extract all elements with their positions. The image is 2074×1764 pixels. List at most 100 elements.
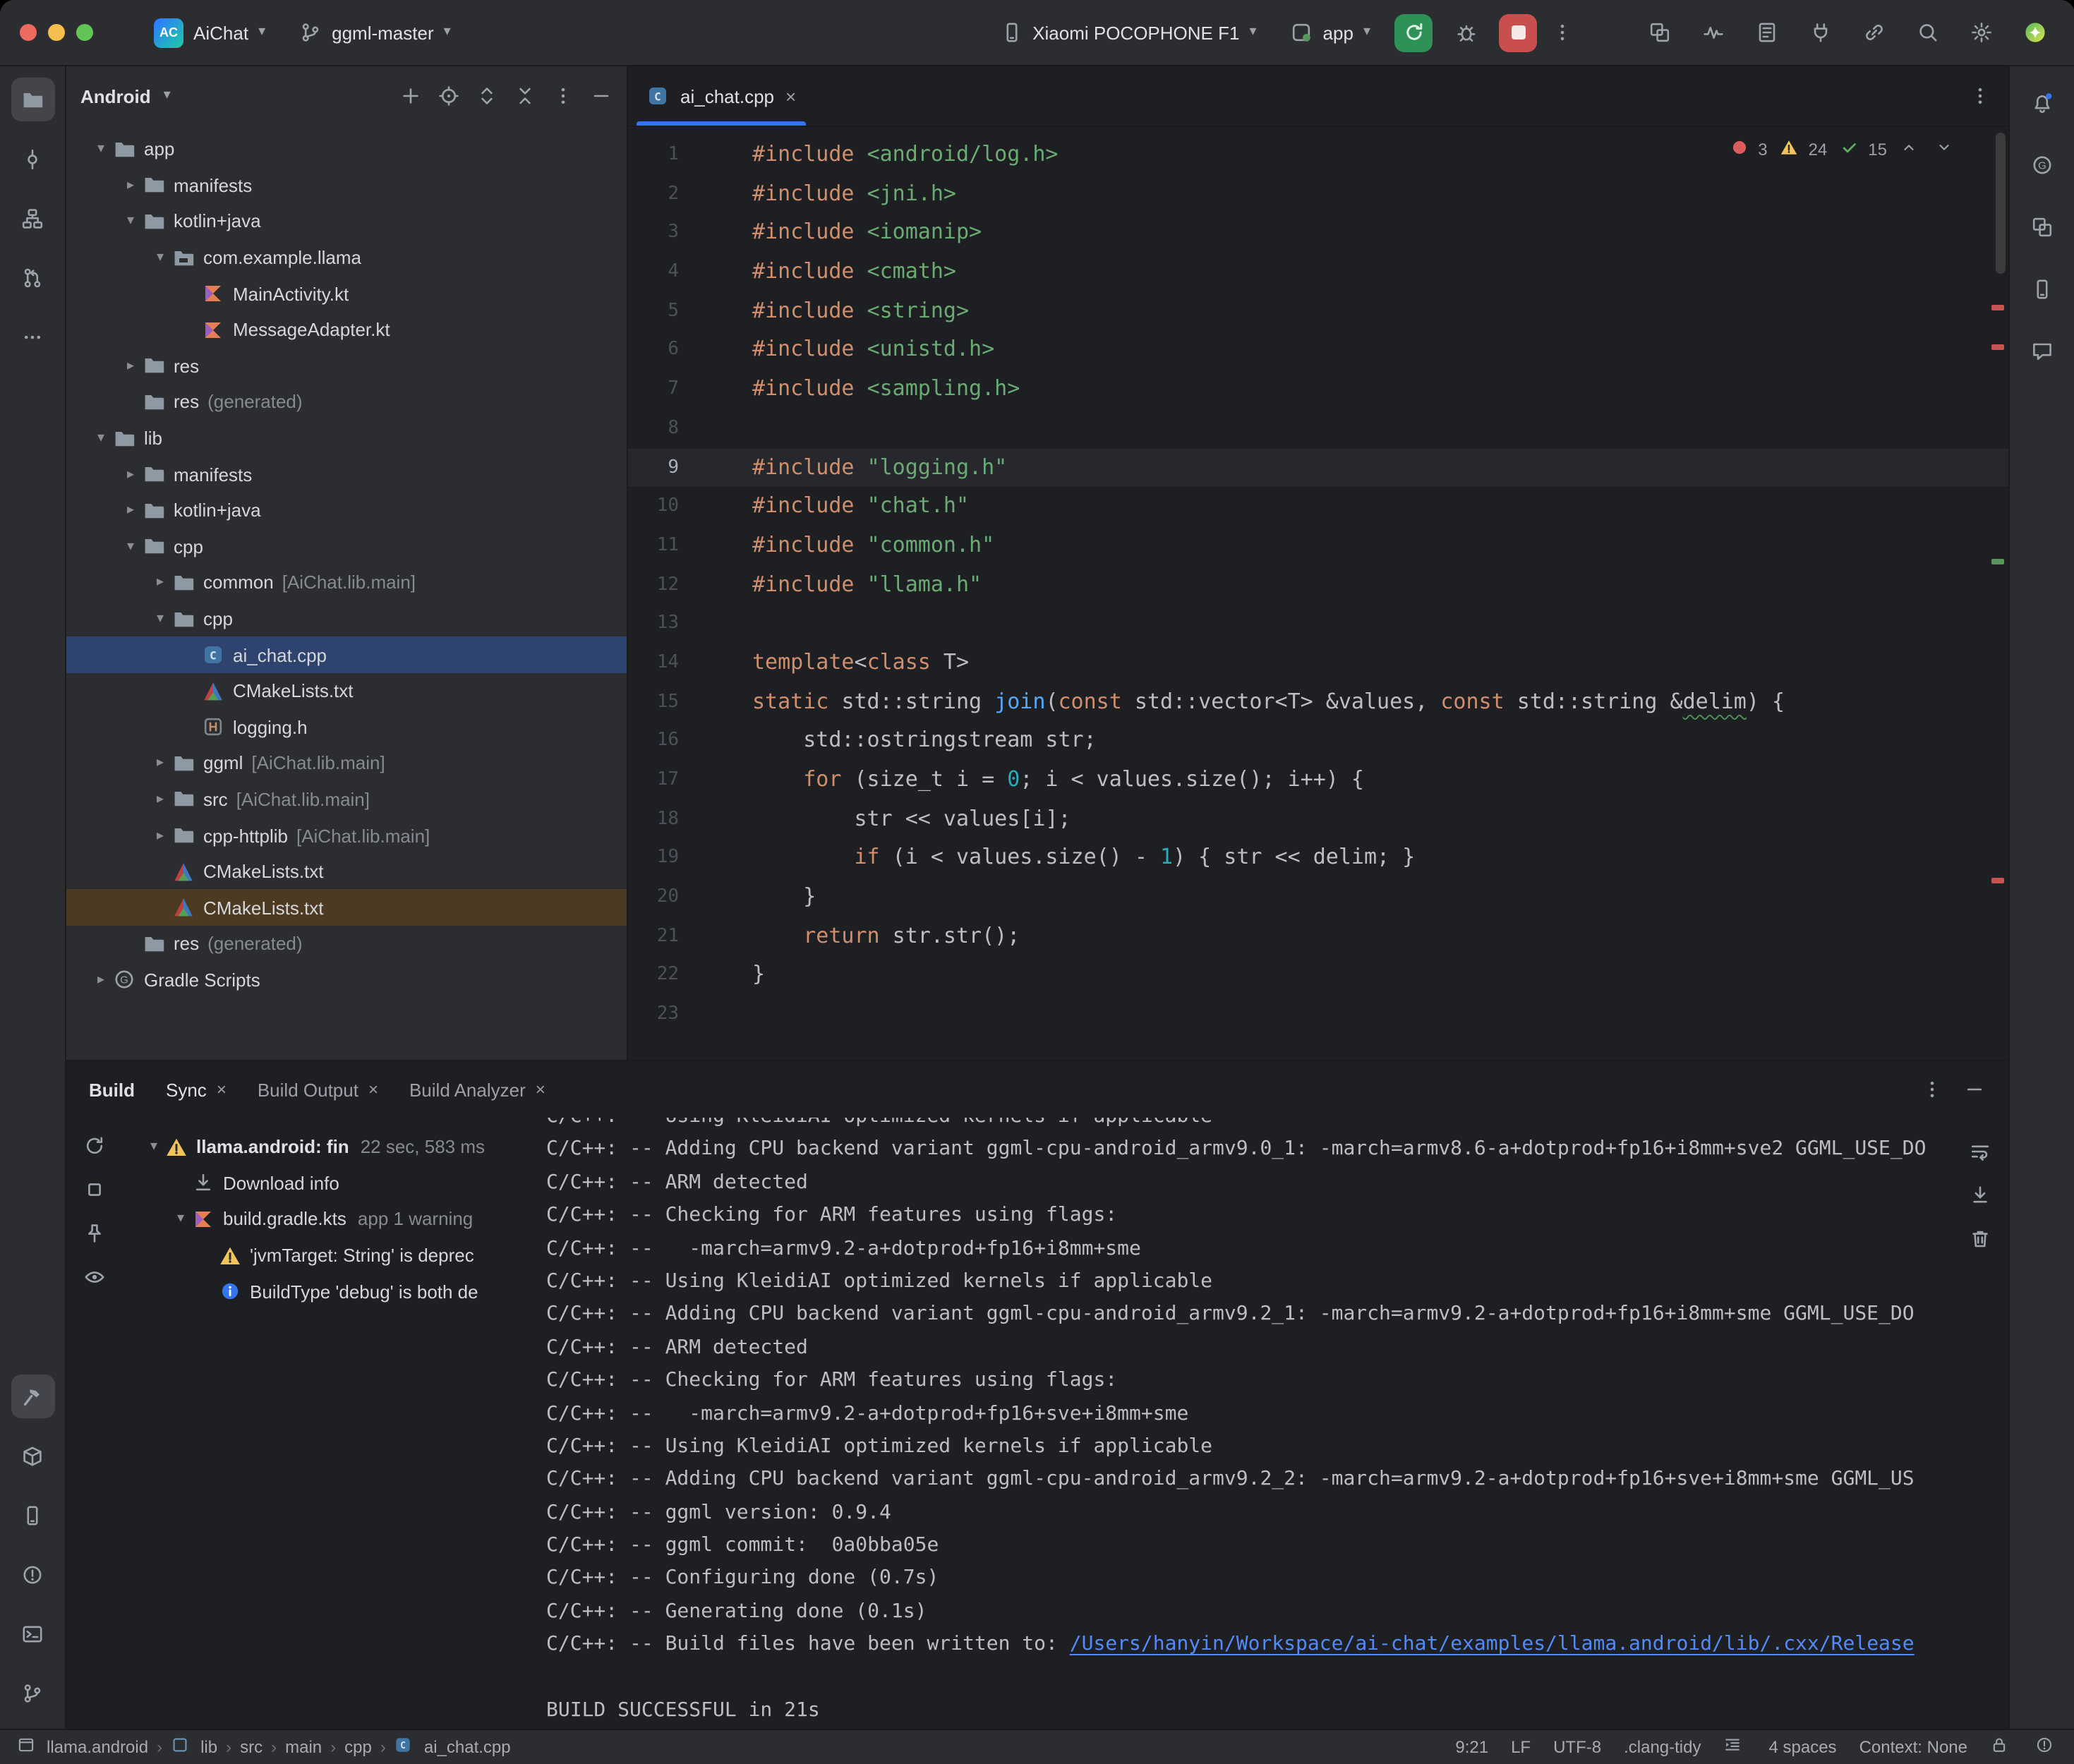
project-tool-button[interactable] <box>11 78 54 121</box>
tree-toggle-icon[interactable]: ▸ <box>148 828 172 843</box>
ai-assistant-avatar-button[interactable] <box>2014 12 2055 53</box>
error-stripe[interactable] <box>1991 127 2004 1060</box>
tree-item-gradle-scripts[interactable]: ▸GGradle Scripts <box>66 962 627 998</box>
device-selector[interactable]: Xiaomi POCOPHONE F1 ▾ <box>990 16 1266 49</box>
more-run-actions-icon[interactable] <box>1551 21 1574 44</box>
tree-item-messageadapter-kt[interactable]: MessageAdapter.kt <box>66 312 627 348</box>
tree-item-src[interactable]: ▸src[AiChat.lib.main] <box>66 781 627 817</box>
tree-item-kotlin-java[interactable]: ▸kotlin+java <box>66 493 627 528</box>
minimize-window-button[interactable] <box>48 24 65 41</box>
code-line-4[interactable]: 4#include <cmath> <box>628 253 2008 291</box>
close-tab-icon[interactable]: × <box>368 1080 378 1099</box>
app-insights-tool-button[interactable] <box>2020 329 2064 373</box>
tree-toggle-icon[interactable]: ▾ <box>143 1140 165 1155</box>
tree-item-cmakelists-txt[interactable]: CMakeLists.txt <box>66 890 627 926</box>
code-line-20[interactable]: 20 } <box>628 878 2008 917</box>
tree-toggle-icon[interactable]: ▸ <box>119 178 143 193</box>
code-line-15[interactable]: 15static std::string join(const std::vec… <box>628 682 2008 721</box>
tree-toggle-icon[interactable]: ▸ <box>119 502 143 518</box>
problems-tool-button[interactable] <box>11 1552 54 1596</box>
error-count[interactable]: 3 <box>1730 138 1767 161</box>
indent-size[interactable]: 4 spaces <box>1769 1737 1837 1757</box>
tree-item-ai-chat-cpp[interactable]: Cai_chat.cpp <box>66 637 627 673</box>
code-line-23[interactable]: 23 <box>628 995 2008 1034</box>
code-line-12[interactable]: 12#include "llama.h" <box>628 565 2008 604</box>
pull-requests-tool-button[interactable] <box>11 255 54 299</box>
tree-item-manifests[interactable]: ▸manifests <box>66 167 627 203</box>
preview-icon[interactable] <box>83 1266 106 1288</box>
code-line-2[interactable]: 2#include <jni.h> <box>628 174 2008 213</box>
code-line-18[interactable]: 18 str << values[i]; <box>628 799 2008 838</box>
close-tab-icon[interactable]: × <box>536 1080 545 1099</box>
build-tree-item-build-gradle-kts[interactable]: ▾build.gradle.ktsapp 1 warning <box>123 1201 535 1237</box>
tree-toggle-icon[interactable]: ▾ <box>169 1212 192 1227</box>
close-tab-icon[interactable]: × <box>217 1080 227 1099</box>
tree-item-cpp[interactable]: ▾cpp <box>66 528 627 564</box>
soft-wrap-icon[interactable] <box>1969 1140 1991 1163</box>
build-output-path-link[interactable]: /Users/hanyin/Workspace/ai-chat/examples… <box>1070 1633 1915 1656</box>
tree-item-lib[interactable]: ▾lib <box>66 421 627 457</box>
tree-item-res[interactable]: res(generated) <box>66 926 627 962</box>
collapse-all-icon[interactable] <box>514 85 536 107</box>
tree-toggle-icon[interactable]: ▾ <box>89 142 113 157</box>
breadcrumb-llama-android[interactable]: llama.android <box>17 1736 148 1758</box>
device-manager-tool-button[interactable] <box>2020 205 2064 248</box>
tree-item-cmakelists-txt[interactable]: CMakeLists.txt <box>66 854 627 890</box>
notifications-tool-button[interactable] <box>2020 80 2064 124</box>
hide-build-panel-icon[interactable] <box>1963 1078 1986 1101</box>
code-line-21[interactable]: 21 return str.str(); <box>628 917 2008 956</box>
tree-item-res[interactable]: ▸res <box>66 348 627 384</box>
tree-item-manifests[interactable]: ▸manifests <box>66 457 627 493</box>
debug-button[interactable] <box>1447 13 1485 52</box>
line-ending[interactable]: LF <box>1511 1737 1531 1757</box>
clang-tidy-status[interactable]: .clang-tidy <box>1624 1737 1701 1757</box>
previous-problem-icon[interactable] <box>1900 138 1922 161</box>
gradle-tool-button[interactable]: G <box>2020 143 2064 186</box>
hide-panel-icon[interactable] <box>590 85 613 107</box>
tree-item-cpp-httplib[interactable]: ▸cpp-httplib[AiChat.lib.main] <box>66 818 627 854</box>
file-encoding[interactable]: UTF-8 <box>1553 1737 1601 1757</box>
tree-toggle-icon[interactable]: ▾ <box>89 430 113 446</box>
caret-position[interactable]: 9:21 <box>1455 1737 1488 1757</box>
tree-item-res[interactable]: res(generated) <box>66 384 627 420</box>
locate-file-icon[interactable] <box>438 85 460 107</box>
build-panel-title[interactable]: Build <box>89 1079 135 1100</box>
code-line-5[interactable]: 5#include <string> <box>628 292 2008 331</box>
code-line-17[interactable]: 17 for (size_t i = 0; i < values.size();… <box>628 761 2008 799</box>
tree-item-ggml[interactable]: ▸ggml[AiChat.lib.main] <box>66 745 627 781</box>
tree-item-com-example-llama[interactable]: ▾com.example.llama <box>66 240 627 276</box>
tree-item-cpp[interactable]: ▾cpp <box>66 600 627 636</box>
project-selector[interactable]: AC AiChat ▾ <box>144 12 275 53</box>
tree-toggle-icon[interactable]: ▾ <box>119 539 143 555</box>
tree-item-common[interactable]: ▸common[AiChat.lib.main] <box>66 564 627 600</box>
scroll-to-end-icon[interactable] <box>1969 1184 1991 1207</box>
build-tool-button[interactable] <box>11 1375 54 1418</box>
code-line-22[interactable]: 22} <box>628 956 2008 995</box>
build-tree-item-buildtype-debug-is-both-de[interactable]: BuildType 'debug' is both de <box>123 1274 535 1310</box>
tree-toggle-icon[interactable]: ▸ <box>89 972 113 988</box>
next-problem-icon[interactable] <box>1935 138 1958 161</box>
device-explorer-tool-button[interactable] <box>11 1493 54 1537</box>
run-button[interactable] <box>1394 13 1433 52</box>
code-line-10[interactable]: 10#include "chat.h" <box>628 487 2008 526</box>
project-view-selector[interactable]: Android <box>80 85 151 107</box>
stop-button[interactable] <box>1499 13 1537 52</box>
commit-tool-button[interactable] <box>11 137 54 181</box>
clear-all-icon[interactable] <box>1969 1228 1991 1250</box>
tree-item-cmakelists-txt[interactable]: CMakeLists.txt <box>66 673 627 709</box>
code-line-19[interactable]: 19 if (i < values.size() - 1) { str << d… <box>628 839 2008 878</box>
warning-count[interactable]: 24 <box>1780 138 1828 161</box>
tree-toggle-icon[interactable]: ▾ <box>119 214 143 229</box>
more-options-icon[interactable] <box>552 85 574 107</box>
code-line-16[interactable]: 16 std::ostringstream str; <box>628 722 2008 761</box>
more-tools-tool-button[interactable] <box>11 315 54 358</box>
breadcrumb-main[interactable]: main <box>285 1737 322 1757</box>
code-line-8[interactable]: 8 <box>628 409 2008 448</box>
zoom-window-button[interactable] <box>76 24 93 41</box>
resource-manager-tool-button[interactable] <box>11 1434 54 1478</box>
structure-tool-button[interactable] <box>11 196 54 240</box>
tree-toggle-icon[interactable]: ▾ <box>148 250 172 265</box>
breadcrumb-lib[interactable]: lib <box>171 1736 217 1758</box>
layout-inspector-button[interactable] <box>1639 12 1680 53</box>
tree-toggle-icon[interactable]: ▸ <box>148 575 172 591</box>
